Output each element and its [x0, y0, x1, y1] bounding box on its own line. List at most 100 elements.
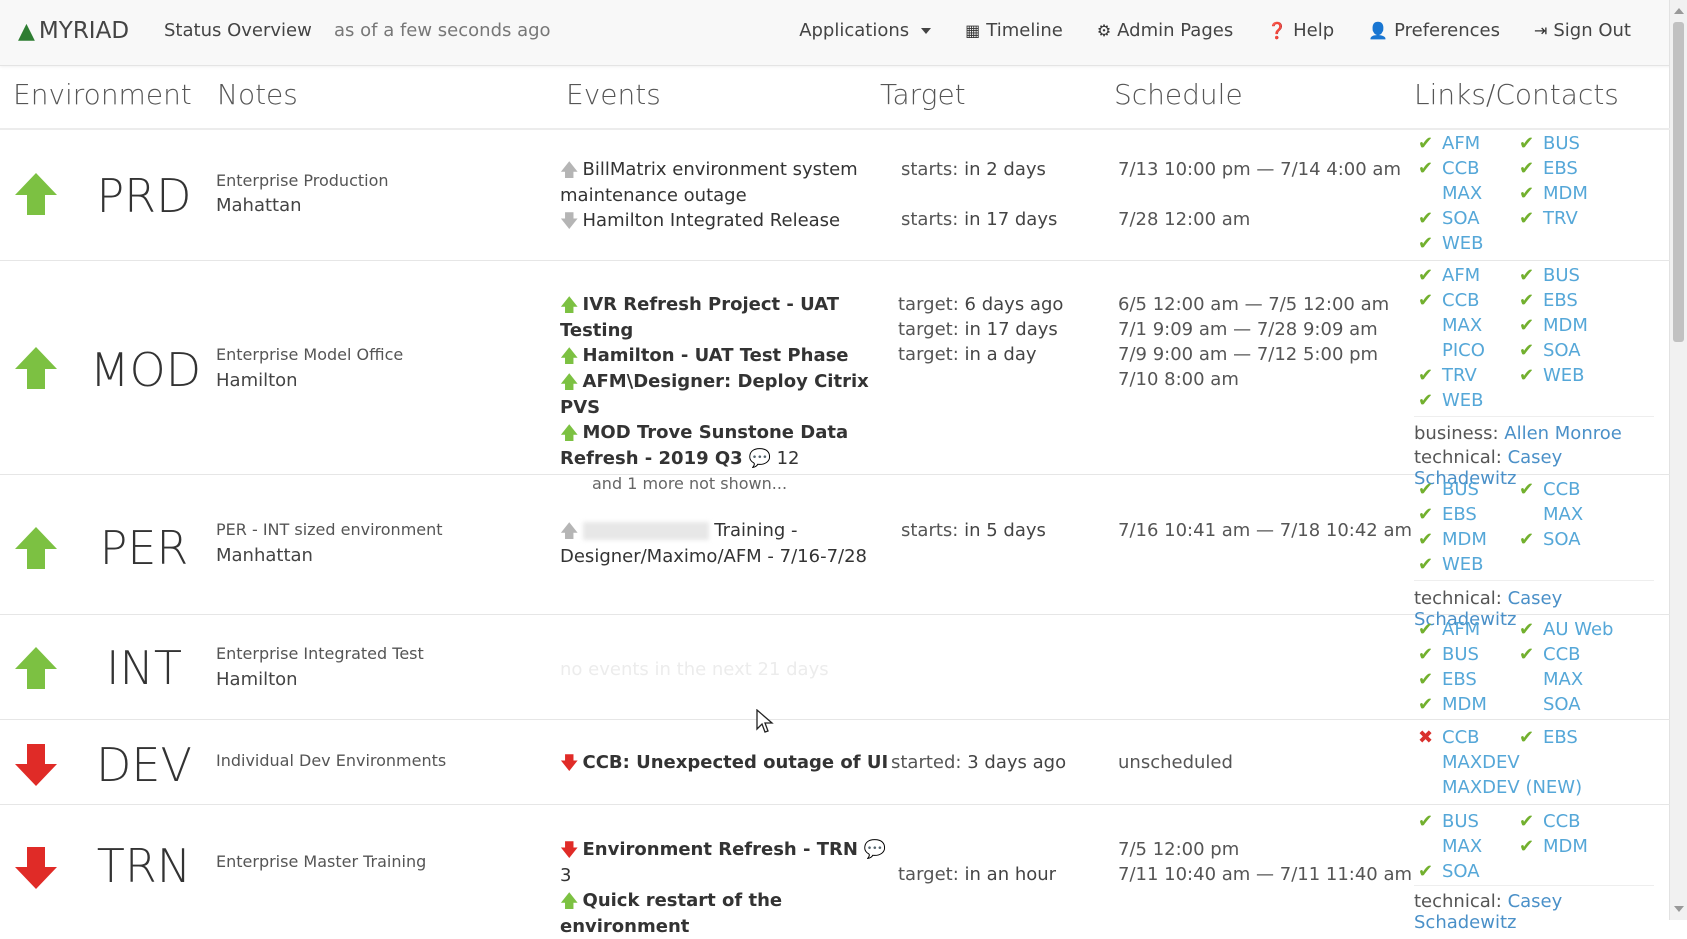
- link-afm[interactable]: ✔ AFM: [1418, 619, 1480, 640]
- schedule-item: 7/9 9:00 am — 7/12 5:00 pm: [1118, 344, 1379, 365]
- admin-pages-link[interactable]: ⚙ Admin Pages: [1097, 20, 1233, 41]
- link-bus[interactable]: ✔ BUS: [1519, 133, 1580, 154]
- column-target: Target: [880, 78, 966, 111]
- link-max[interactable]: MAX: [1418, 315, 1482, 336]
- event-item-cont: Designer/Maximo/AFM - 7/16-7/28: [560, 546, 867, 567]
- link-afm[interactable]: ✔ AFM: [1418, 133, 1480, 154]
- event-item[interactable]: 🡇 Environment Refresh - TRN 💬 3: [560, 837, 890, 888]
- event-item[interactable]: 🡅 Hamilton - UAT Test Phase: [560, 343, 890, 369]
- link-soa[interactable]: SOA: [1519, 694, 1581, 715]
- link-mdm[interactable]: ✔ MDM: [1418, 694, 1487, 715]
- arrow-down-icon: 🡇: [560, 840, 579, 861]
- link-soa[interactable]: ✔ SOA: [1418, 208, 1480, 229]
- link-max[interactable]: MAX: [1418, 836, 1482, 857]
- arrow-down-icon: 🡇: [560, 211, 579, 232]
- sign-out-link[interactable]: ⇥ Sign Out: [1534, 20, 1631, 41]
- link-mdm[interactable]: ✔ MDM: [1418, 529, 1487, 550]
- link-ccb[interactable]: ✔ CCB: [1519, 811, 1581, 832]
- event-item[interactable]: 🡇 Hamilton Integrated Release: [560, 208, 870, 234]
- technical-contact: technical: Casey Schadewitz: [1414, 891, 1563, 933]
- link-maxdev-new[interactable]: MAXDEV (NEW): [1418, 777, 1582, 798]
- event-item[interactable]: 🡅 MOD Trove Sunstone Data: [560, 420, 890, 446]
- link-afm[interactable]: ✔ AFM: [1418, 265, 1480, 286]
- scroll-thumb[interactable]: [1673, 22, 1684, 342]
- link-pico[interactable]: PICO: [1418, 340, 1485, 361]
- link-ccb[interactable]: ✔ CCB: [1519, 479, 1581, 500]
- link-web[interactable]: ✔ WEB: [1418, 554, 1484, 575]
- env-description: Enterprise Master Training: [216, 852, 427, 871]
- link-soa[interactable]: ✔ SOA: [1418, 861, 1480, 882]
- link-ebs[interactable]: ✔ EBS: [1519, 290, 1578, 311]
- link-web[interactable]: ✔ WEB: [1519, 365, 1585, 386]
- env-name[interactable]: PRD: [84, 169, 204, 223]
- check-icon: ✔: [1418, 554, 1434, 575]
- table-row: DEV Individual Dev Environments 🡇 CCB: Un…: [0, 720, 1670, 805]
- env-name[interactable]: MOD: [78, 343, 213, 397]
- link-maxdev[interactable]: MAXDEV: [1418, 752, 1520, 773]
- link-mdm[interactable]: ✔ MDM: [1519, 183, 1588, 204]
- link-ebs[interactable]: ✔ EBS: [1519, 158, 1578, 179]
- link-ccb[interactable]: ✔ CCB: [1519, 644, 1581, 665]
- target-list: target: 6 days ago target: in 17 days ta…: [898, 294, 1064, 365]
- table-row: PER PER - INT sized environment Manhatta…: [0, 475, 1670, 630]
- check-icon: ✔: [1519, 811, 1535, 832]
- target-list: started: 3 days ago: [891, 752, 1067, 773]
- link-trv[interactable]: ✔ TRV: [1519, 208, 1578, 229]
- link-ccb[interactable]: ✔ CCB: [1418, 158, 1480, 179]
- check-icon: ✔: [1519, 644, 1535, 665]
- link-au-web[interactable]: ✔ AU Web: [1519, 619, 1613, 640]
- link-bus[interactable]: ✔ BUS: [1519, 265, 1580, 286]
- link-max[interactable]: MAX: [1519, 504, 1583, 525]
- event-item[interactable]: 🡅 IVR Refresh Project - UAT Testing: [560, 292, 890, 343]
- business-contact-link[interactable]: Allen Monroe: [1504, 423, 1622, 444]
- link-ccb[interactable]: ✖ CCB: [1418, 727, 1480, 748]
- brand-name: MYRIAD: [38, 18, 130, 44]
- events-list: 🡇 CCB: Unexpected outage of UI: [560, 750, 890, 776]
- link-bus[interactable]: ✔ BUS: [1418, 811, 1479, 832]
- event-item[interactable]: 🡅 AFM\Designer: Deploy Citrix PVS: [560, 369, 890, 420]
- timeline-link[interactable]: ▦ Timeline: [965, 20, 1063, 41]
- env-name[interactable]: TRN: [84, 839, 204, 893]
- scrollbar[interactable]: [1669, 0, 1687, 920]
- link-soa[interactable]: ✔ SOA: [1519, 529, 1581, 550]
- check-icon: ✔: [1519, 619, 1535, 640]
- status-down-icon: [15, 744, 57, 786]
- applications-menu[interactable]: Applications: [799, 20, 932, 41]
- link-soa[interactable]: ✔ SOA: [1519, 340, 1581, 361]
- link-mdm[interactable]: ✔ MDM: [1519, 836, 1588, 857]
- check-icon: ✔: [1418, 158, 1434, 179]
- link-bus[interactable]: ✔ BUS: [1418, 479, 1479, 500]
- link-mdm[interactable]: ✔ MDM: [1519, 315, 1588, 336]
- arrow-up-icon: 🡅: [560, 423, 579, 444]
- link-ebs[interactable]: ✔ EBS: [1418, 504, 1477, 525]
- link-trv[interactable]: ✔ TRV: [1418, 365, 1477, 386]
- check-icon: ✔: [1519, 529, 1535, 550]
- event-item[interactable]: 🡅 BillMatrix environment system: [560, 157, 870, 183]
- link-max[interactable]: MAX: [1519, 669, 1583, 690]
- event-item[interactable]: 🡅 Quick restart of the environment: [560, 888, 890, 939]
- schedule-list: 7/16 10:41 am — 7/18 10:42 am: [1118, 518, 1412, 543]
- schedule-item: 7/1 9:09 am — 7/28 9:09 am: [1118, 319, 1378, 340]
- link-web-2[interactable]: ✔ WEB: [1418, 390, 1484, 411]
- link-ebs[interactable]: ✔ EBS: [1519, 727, 1578, 748]
- scroll-down-icon[interactable]: [1674, 906, 1684, 912]
- link-ccb[interactable]: ✔ CCB: [1418, 290, 1480, 311]
- env-name[interactable]: PER: [84, 521, 204, 575]
- scroll-up-icon[interactable]: [1674, 8, 1684, 14]
- check-icon: ✔: [1418, 208, 1434, 229]
- link-max[interactable]: MAX: [1418, 183, 1482, 204]
- event-item[interactable]: 🡇 CCB: Unexpected outage of UI: [560, 750, 890, 776]
- env-name[interactable]: DEV: [84, 738, 204, 792]
- schedule-item: 7/16 10:41 am — 7/18 10:42 am: [1118, 520, 1413, 541]
- brand[interactable]: ▲ MYRIAD: [18, 18, 129, 44]
- event-item-cont: maintenance outage: [560, 185, 747, 206]
- preferences-link[interactable]: 👤 Preferences: [1368, 20, 1500, 41]
- env-name[interactable]: INT: [84, 641, 204, 695]
- help-link[interactable]: ❓ Help: [1267, 20, 1334, 41]
- link-web[interactable]: ✔ WEB: [1418, 233, 1484, 254]
- event-item[interactable]: 🡅 Training -: [560, 518, 890, 544]
- comment-count: 3: [560, 865, 572, 886]
- page-title[interactable]: Status Overview: [164, 20, 312, 41]
- link-bus[interactable]: ✔ BUS: [1418, 644, 1479, 665]
- link-ebs[interactable]: ✔ EBS: [1418, 669, 1477, 690]
